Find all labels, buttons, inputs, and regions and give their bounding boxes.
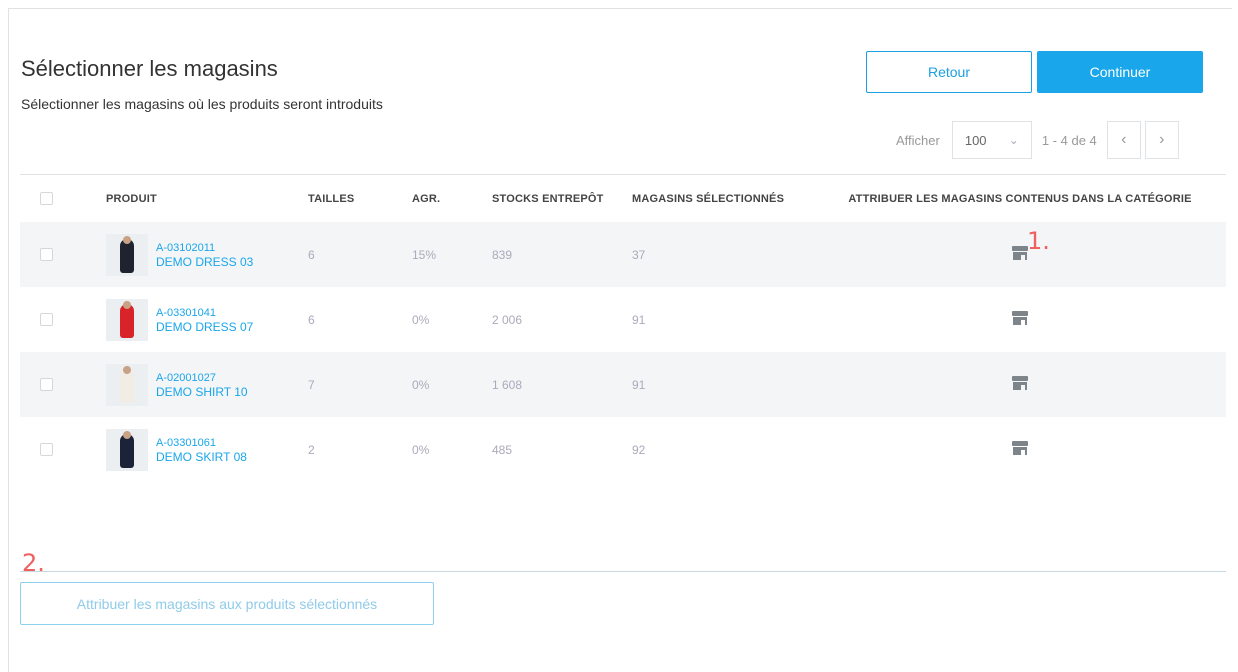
assign-cell	[818, 246, 1222, 263]
sizes-cell: 6	[308, 312, 315, 327]
store-icon-roof	[1012, 441, 1028, 446]
page-size-label: Afficher	[896, 132, 940, 148]
product-info: A-03301061 DEMO SKIRT 08	[156, 436, 247, 464]
select-all-checkbox[interactable]	[40, 192, 53, 205]
page-subtitle: Sélectionner les magasins où les produit…	[21, 96, 383, 112]
product-thumbnail	[106, 428, 148, 471]
selected-stores-cell: 37	[632, 247, 646, 262]
store-icon-door	[1021, 320, 1025, 325]
product-figure	[120, 368, 134, 403]
row-checkbox[interactable]	[40, 313, 53, 326]
assign-cell	[818, 441, 1222, 458]
product-figure	[120, 238, 134, 273]
selected-stores-cell: 92	[632, 442, 646, 457]
previous-page-button[interactable]: ‹	[1106, 121, 1141, 159]
row-checkbox[interactable]	[40, 443, 53, 456]
product-figure	[120, 303, 134, 338]
page-title: Sélectionner les magasins	[21, 56, 278, 81]
store-icon-door	[1021, 450, 1025, 455]
stock-cell: 839	[492, 247, 513, 262]
product-name-link[interactable]: DEMO DRESS 07	[156, 320, 253, 334]
product-thumbnail	[106, 363, 148, 406]
selected-stores-cell: 91	[632, 312, 646, 327]
row-select-cell	[20, 378, 72, 391]
product-code-link[interactable]: A-03301041	[156, 306, 253, 320]
table-row: A-02001027 DEMO SHIRT 10 7 0% 1 608 91	[20, 352, 1226, 417]
column-header-stock: STOCKS ENTREPÔT	[492, 192, 604, 205]
column-header-product: PRODUIT	[106, 192, 157, 205]
next-page-button[interactable]: ›	[1144, 121, 1179, 159]
table-row: A-03301041 DEMO DRESS 07 6 0% 2 006 91	[20, 287, 1226, 352]
sizes-cell: 2	[308, 442, 315, 457]
store-icon-door	[1021, 255, 1025, 260]
column-header-assign: ATTRIBUER LES MAGASINS CONTENUS DANS LA …	[848, 192, 1192, 205]
agr-cell: 0%	[412, 377, 430, 392]
stock-cell: 485	[492, 442, 513, 457]
continue-button[interactable]: Continuer	[1037, 51, 1203, 93]
page-size-select[interactable]: 100 ⌄	[951, 121, 1032, 159]
select-all-cell	[20, 192, 72, 205]
store-icon-roof	[1012, 376, 1028, 381]
product-info: A-02001027 DEMO SHIRT 10	[156, 371, 248, 399]
product-code-link[interactable]: A-03102011	[156, 241, 253, 255]
table-body: A-03102011 DEMO DRESS 03 6 15% 839 37 A-…	[20, 222, 1226, 482]
store-icon-door	[1021, 385, 1025, 390]
sizes-cell: 7	[308, 377, 315, 392]
product-code-link[interactable]: A-02001027	[156, 371, 248, 385]
table-header: PRODUIT TAILLES AGR. STOCKS ENTREPÔT MAG…	[20, 174, 1226, 222]
agr-cell: 0%	[412, 442, 430, 457]
store-icon-roof	[1012, 246, 1028, 251]
product-figure-head	[123, 430, 131, 439]
product-figure-head	[123, 235, 131, 244]
stock-cell: 2 006	[492, 312, 523, 327]
row-select-cell	[20, 313, 72, 326]
annotation-2: 2.	[22, 549, 45, 577]
product-name-link[interactable]: DEMO DRESS 03	[156, 255, 253, 269]
assign-cell	[818, 376, 1222, 393]
product-info: A-03102011 DEMO DRESS 03	[156, 241, 253, 269]
product-figure	[120, 433, 134, 468]
assign-stores-button[interactable]: Attribuer les magasins aux produits séle…	[20, 582, 434, 625]
store-icon[interactable]	[1012, 311, 1028, 325]
product-figure-head	[123, 365, 131, 374]
row-checkbox[interactable]	[40, 248, 53, 261]
stock-cell: 1 608	[492, 377, 523, 392]
table-row: A-03301061 DEMO SKIRT 08 2 0% 485 92	[20, 417, 1226, 482]
product-info: A-03301041 DEMO DRESS 07	[156, 306, 253, 334]
product-figure-head	[123, 300, 131, 309]
assign-cell	[818, 311, 1222, 328]
chevron-down-icon: ⌄	[1008, 133, 1019, 147]
store-icon[interactable]	[1012, 246, 1028, 260]
selected-stores-cell: 91	[632, 377, 646, 392]
page-size-value: 100	[964, 132, 987, 148]
column-header-agr: AGR.	[412, 192, 441, 205]
product-cell: A-03102011 DEMO DRESS 03	[72, 233, 308, 276]
back-button[interactable]: Retour	[866, 51, 1032, 93]
product-code-link[interactable]: A-03301061	[156, 436, 247, 450]
divider	[20, 571, 1226, 572]
store-icon[interactable]	[1012, 441, 1028, 455]
store-icon[interactable]	[1012, 376, 1028, 390]
row-checkbox[interactable]	[40, 378, 53, 391]
column-header-sizes: TAILLES	[308, 192, 355, 205]
agr-cell: 0%	[412, 312, 430, 327]
page-range: 1 - 4 de 4	[1041, 132, 1097, 148]
pagination: Afficher 100 ⌄ 1 - 4 de 4 ‹ ›	[896, 121, 1179, 159]
product-thumbnail	[106, 298, 148, 341]
product-name-link[interactable]: DEMO SKIRT 08	[156, 450, 247, 464]
product-cell: A-03301061 DEMO SKIRT 08	[72, 428, 308, 471]
annotation-1: 1.	[1027, 227, 1050, 255]
row-select-cell	[20, 443, 72, 456]
sizes-cell: 6	[308, 247, 315, 262]
row-select-cell	[20, 248, 72, 261]
column-header-selected-stores: MAGASINS SÉLECTIONNÉS	[632, 192, 785, 205]
agr-cell: 15%	[412, 247, 437, 262]
product-thumbnail	[106, 233, 148, 276]
products-table: PRODUIT TAILLES AGR. STOCKS ENTREPÔT MAG…	[20, 174, 1226, 482]
product-cell: A-02001027 DEMO SHIRT 10	[72, 363, 308, 406]
store-icon-roof	[1012, 311, 1028, 316]
product-cell: A-03301041 DEMO DRESS 07	[72, 298, 308, 341]
product-name-link[interactable]: DEMO SHIRT 10	[156, 385, 248, 399]
